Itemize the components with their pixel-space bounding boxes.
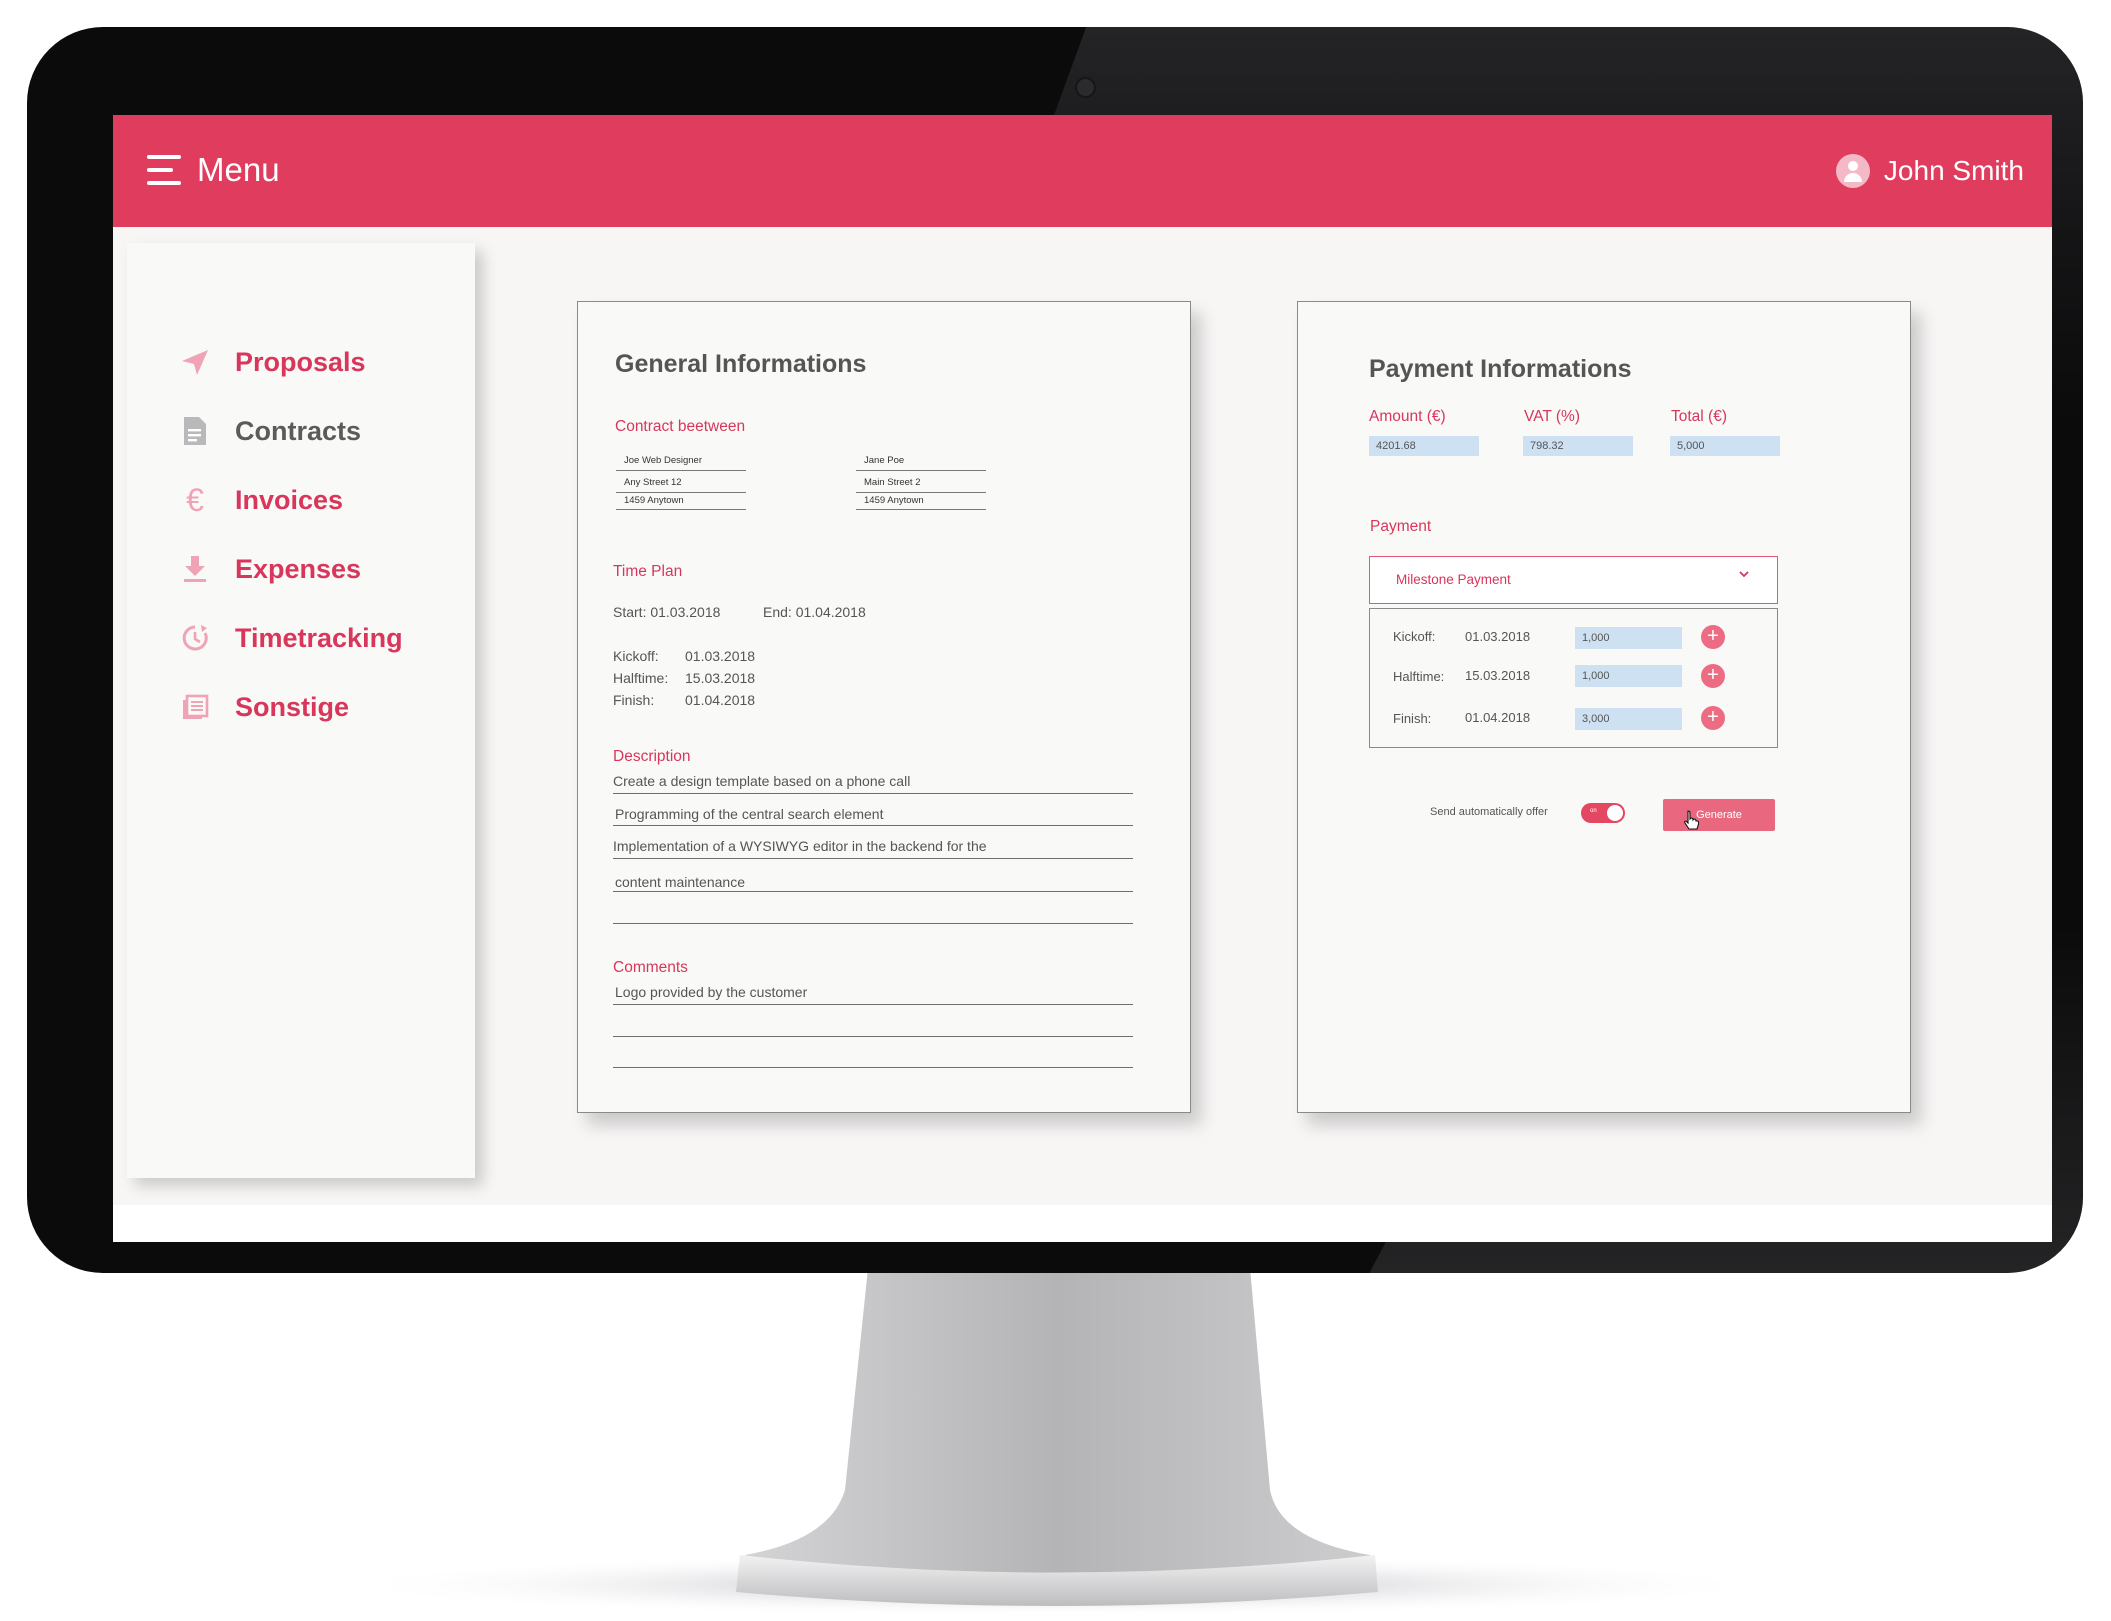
comments-label: Comments — [613, 959, 688, 976]
payment-label: Payment — [1370, 518, 1432, 535]
sidebar-item-label: Expenses — [235, 553, 362, 584]
description-line[interactable]: Implementation of a WYSIWYG editor in th… — [613, 838, 987, 854]
sidebar-item-label: Sonstige — [235, 691, 350, 722]
party-b-name: Jane Poe — [864, 455, 905, 466]
sidebar-item-timetracking[interactable]: Timetracking — [177, 613, 403, 663]
party-a-street: Any Street 12 — [624, 477, 682, 488]
comment-line[interactable]: Logo provided by the customer — [615, 984, 807, 1000]
add-milestone-button[interactable]: + — [1701, 664, 1725, 688]
top-bar: Menu John Smith — [113, 115, 2052, 227]
toggle-state-text: on — [1590, 808, 1597, 814]
download-icon — [177, 551, 213, 587]
card-title: General Informations — [615, 350, 867, 378]
description-line[interactable]: content maintenance — [615, 874, 745, 890]
sidebar-item-contracts[interactable]: Contracts — [177, 406, 361, 456]
milestone-list: Kickoff: 01.03.2018 1,000 + Halftime: 15… — [1369, 608, 1778, 748]
party-b-street: Main Street 2 — [864, 477, 921, 488]
hand-cursor-icon — [1684, 810, 1699, 830]
end-date: End: 01.04.2018 — [763, 604, 866, 620]
milestone-label: Halftime: — [1393, 669, 1445, 684]
milestone-date: 01.04.2018 — [1465, 710, 1531, 725]
milestone-label: Finish: — [613, 692, 655, 708]
clock-icon — [177, 620, 213, 656]
send-auto-label: Send automatically offer — [1430, 806, 1548, 818]
sidebar-item-label: Proposals — [235, 346, 366, 377]
menu-label: Menu — [197, 151, 280, 188]
menu-button[interactable]: Menu — [147, 137, 280, 203]
milestone-label: Kickoff: — [613, 648, 659, 664]
paper-plane-icon — [177, 344, 213, 380]
add-milestone-button[interactable]: + — [1701, 706, 1725, 730]
party-b-city: 1459 Anytown — [864, 495, 924, 506]
vat-label: VAT (%) — [1524, 408, 1580, 425]
toggle-knob — [1607, 805, 1623, 821]
hamburger-icon — [147, 153, 181, 187]
milestone-label: Halftime: — [613, 670, 669, 686]
monitor-bezel: Menu John Smith Proposals Contracts € In… — [27, 27, 2083, 1273]
document-icon — [177, 413, 213, 449]
milestone-label: Kickoff: — [1393, 629, 1436, 644]
camera-icon — [1077, 79, 1094, 96]
party-a-city: 1459 Anytown — [624, 495, 684, 506]
vat-field[interactable]: 798.32 — [1523, 436, 1633, 456]
description-line[interactable]: Programming of the central search elemen… — [615, 806, 883, 822]
user-menu[interactable]: John Smith — [1835, 141, 2024, 201]
generate-button[interactable]: Generate — [1663, 799, 1775, 831]
plus-icon: + — [1707, 706, 1719, 728]
send-auto-toggle[interactable]: on — [1581, 803, 1625, 823]
start-date: Start: 01.03.2018 — [613, 604, 721, 620]
party-a-name: Joe Web Designer — [624, 455, 702, 466]
milestone-date: 15.03.2018 — [685, 670, 756, 686]
screen-bottom-strip — [113, 1205, 2052, 1242]
milestone-amount-field[interactable]: 1,000 — [1575, 627, 1682, 649]
amount-label: Amount (€) — [1369, 408, 1446, 425]
description-label: Description — [613, 748, 691, 765]
milestone-amount-field[interactable]: 1,000 — [1575, 665, 1682, 687]
add-milestone-button[interactable]: + — [1701, 625, 1725, 649]
euro-icon: € — [186, 481, 204, 518]
milestone-date: 01.03.2018 — [1465, 629, 1531, 644]
plus-icon: + — [1707, 625, 1719, 647]
milestone-date: 01.03.2018 — [685, 648, 756, 664]
contract-label: Contract beetween — [615, 418, 746, 435]
timeplan-label: Time Plan — [613, 563, 683, 580]
milestone-date: 01.04.2018 — [685, 692, 756, 708]
general-informations-card: General Informations Contract beetween J… — [577, 301, 1191, 1113]
amount-field[interactable]: 4201.68 — [1369, 436, 1479, 456]
total-field[interactable]: 5,000 — [1670, 436, 1780, 456]
sidebar-item-expenses[interactable]: Expenses — [177, 544, 361, 594]
total-label: Total (€) — [1671, 408, 1727, 425]
description-line[interactable]: Create a design template based on a phon… — [613, 773, 910, 789]
sidebar-item-invoices[interactable]: € Invoices — [177, 475, 343, 525]
user-name: John Smith — [1883, 155, 2024, 186]
plus-icon: + — [1707, 664, 1719, 686]
app-screen: Menu John Smith Proposals Contracts € In… — [113, 115, 2052, 1242]
sidebar-item-sonstige[interactable]: Sonstige — [177, 682, 349, 732]
chevron-down-icon — [1739, 571, 1749, 578]
sidebar-item-label: Contracts — [235, 415, 362, 446]
list-icon — [177, 689, 213, 725]
card-title: Payment Informations — [1369, 355, 1632, 383]
user-avatar-icon — [1835, 154, 1870, 188]
generate-label: Generate — [1696, 809, 1742, 821]
sidebar: Proposals Contracts € Invoices Expenses — [127, 243, 475, 1178]
sidebar-item-label: Invoices — [235, 484, 344, 515]
sidebar-item-label: Timetracking — [235, 622, 403, 653]
sidebar-item-proposals[interactable]: Proposals — [177, 337, 366, 387]
milestone-amount-field[interactable]: 3,000 — [1575, 708, 1682, 730]
milestone-label: Finish: — [1393, 711, 1432, 726]
milestone-date: 15.03.2018 — [1465, 668, 1531, 683]
payment-informations-card: Payment Informations Amount (€) 4201.68 … — [1297, 301, 1911, 1113]
payment-type-value: Milestone Payment — [1396, 572, 1511, 587]
payment-type-select[interactable]: Milestone Payment — [1369, 556, 1778, 604]
